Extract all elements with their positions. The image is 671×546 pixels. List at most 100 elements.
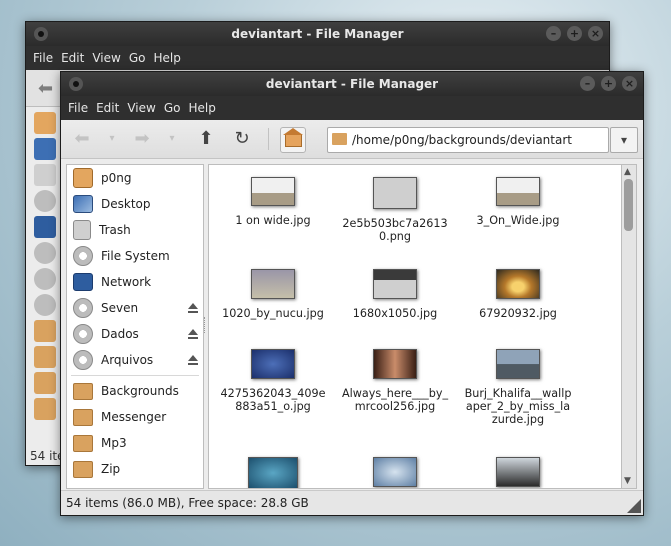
image-thumbnail (496, 269, 540, 299)
folder-icon (34, 320, 56, 342)
folder-icon (73, 460, 93, 478)
scroll-up-arrow-icon[interactable]: ▲ (624, 167, 631, 177)
resize-grip-icon[interactable] (627, 499, 641, 513)
sidebar-item-label: Dados (101, 327, 139, 341)
sidebar-item-label: p0ng (101, 171, 132, 185)
vertical-scrollbar[interactable]: ▲ ▼ (622, 164, 637, 489)
menu-go[interactable]: Go (160, 101, 185, 115)
eject-icon[interactable] (188, 329, 198, 339)
menu-file[interactable]: File (29, 51, 57, 65)
forward-arrow-icon[interactable]: ➡ (131, 128, 153, 150)
menu-edit[interactable]: Edit (92, 101, 123, 115)
minimize-icon[interactable]: – (580, 76, 595, 91)
menu-view[interactable]: View (88, 51, 124, 65)
drive-icon (34, 242, 56, 264)
network-icon (34, 216, 56, 238)
drive-icon (34, 294, 56, 316)
sidebar-item-label: Backgrounds (101, 384, 179, 398)
sidebar-item-label: Zip (101, 462, 121, 476)
image-thumbnail (251, 269, 295, 299)
eject-icon[interactable] (188, 303, 198, 313)
sidebar-item-desktop[interactable]: Desktop (67, 191, 203, 217)
sidebar-item-label: Seven (101, 301, 139, 315)
home-button[interactable] (280, 127, 306, 153)
sidebar-item-trash[interactable]: Trash (67, 217, 203, 243)
forward-history-dropdown-icon[interactable]: ▾ (161, 128, 183, 150)
reload-icon[interactable]: ↻ (231, 128, 253, 150)
back-history-dropdown-icon[interactable]: ▾ (101, 128, 123, 150)
drive-icon (34, 190, 56, 212)
folder-icon (73, 434, 93, 452)
back-arrow-icon[interactable]: ⬅ (71, 128, 93, 150)
sidebar-item-label: Network (101, 275, 152, 289)
desktop-icon (73, 195, 93, 213)
file-item[interactable]: 1 on wide.jpg (214, 177, 332, 227)
file-item[interactable]: Always_here___by_mrcool256.jpg (336, 349, 454, 413)
minimize-icon[interactable]: – (546, 26, 561, 41)
sidebar-item-file-system[interactable]: File System (67, 243, 203, 269)
scroll-down-arrow-icon[interactable]: ▼ (624, 476, 631, 486)
sidebar-item-mp3[interactable]: Mp3 (67, 430, 203, 456)
menu-file[interactable]: File (64, 101, 92, 115)
titlebar[interactable]: deviantart - File Manager – + × (61, 72, 643, 96)
file-item[interactable]: 67920932.jpg (459, 269, 577, 320)
pane-splitter-handle[interactable] (204, 317, 207, 333)
file-name: 2e5b503bc7a26130.png (342, 217, 448, 243)
file-item[interactable]: 4275362043_409e883a51_o.jpg (214, 349, 332, 413)
menu-go[interactable]: Go (125, 51, 150, 65)
image-thumbnail (496, 177, 540, 206)
file-item[interactable]: 3_On_Wide.jpg (459, 177, 577, 227)
image-thumbnail (373, 177, 417, 209)
sidebar-item-messenger[interactable]: Messenger (67, 404, 203, 430)
file-name: Always_here___by_mrcool256.jpg (341, 387, 449, 413)
sidebar-item-label: Desktop (101, 197, 151, 211)
file-name: 3_On_Wide.jpg (476, 214, 560, 227)
maximize-icon[interactable]: + (601, 76, 616, 91)
scrollbar-thumb[interactable] (624, 179, 633, 231)
up-arrow-icon[interactable]: ⬆ (195, 128, 217, 150)
file-item[interactable]: 1680x1050.jpg (336, 269, 454, 320)
file-name: 1020_by_nucu.jpg (222, 307, 324, 320)
sidebar-item-arquivos[interactable]: Arquivos (67, 347, 203, 373)
file-name: 1680x1050.jpg (352, 307, 438, 320)
location-dropdown-button[interactable]: ▾ (610, 127, 638, 153)
location-path: /home/p0ng/backgrounds/deviantart (352, 133, 572, 147)
sidebar-item-label: Messenger (101, 410, 167, 424)
file-item[interactable] (459, 457, 577, 487)
back-arrow-icon[interactable]: ⬅ (38, 78, 53, 99)
close-icon[interactable]: × (588, 26, 603, 41)
location-bar[interactable]: /home/p0ng/backgrounds/deviantart (327, 127, 609, 153)
sidebar-item-label: Mp3 (101, 436, 127, 450)
drive-icon (73, 324, 93, 344)
menu-help[interactable]: Help (149, 51, 184, 65)
sidebar-item-seven[interactable]: Seven (67, 295, 203, 321)
menu-help[interactable]: Help (184, 101, 219, 115)
image-thumbnail (373, 457, 417, 487)
sidebar-item-dados[interactable]: Dados (67, 321, 203, 347)
file-item[interactable]: 2e5b503bc7a26130.png (336, 177, 454, 243)
sidebar-item-zip[interactable]: Zip (67, 456, 203, 482)
eject-icon[interactable] (188, 355, 198, 365)
drive-icon (73, 246, 93, 266)
folder-icon (34, 398, 56, 420)
menu-view[interactable]: View (123, 101, 159, 115)
sidebar-item-label: File System (101, 249, 170, 263)
file-item[interactable]: Burj_Khalifa__wallpaper_2_by_miss_lazurd… (459, 349, 577, 426)
file-item[interactable] (214, 457, 332, 488)
sidebar-item-backgrounds[interactable]: Backgrounds (67, 378, 203, 404)
toolbar: ⬅ ▾ ➡ ▾ ⬆ ↻ /home/p0ng/backgrounds/devia… (61, 120, 643, 159)
image-thumbnail (373, 269, 417, 299)
close-icon[interactable]: × (622, 76, 637, 91)
back-titlebar[interactable]: deviantart - File Manager – + × (26, 22, 609, 46)
file-item[interactable]: 1020_by_nucu.jpg (214, 269, 332, 320)
trash-icon (34, 164, 56, 186)
maximize-icon[interactable]: + (567, 26, 582, 41)
file-item[interactable] (336, 457, 454, 487)
file-manager-window[interactable]: deviantart - File Manager – + × File Edi… (60, 71, 644, 516)
image-thumbnail (251, 349, 295, 379)
menubar: File Edit View Go Help (61, 96, 643, 120)
sidebar-item-p0ng[interactable]: p0ng (67, 165, 203, 191)
sidebar-item-label: Arquivos (101, 353, 154, 367)
sidebar-item-network[interactable]: Network (67, 269, 203, 295)
menu-edit[interactable]: Edit (57, 51, 88, 65)
